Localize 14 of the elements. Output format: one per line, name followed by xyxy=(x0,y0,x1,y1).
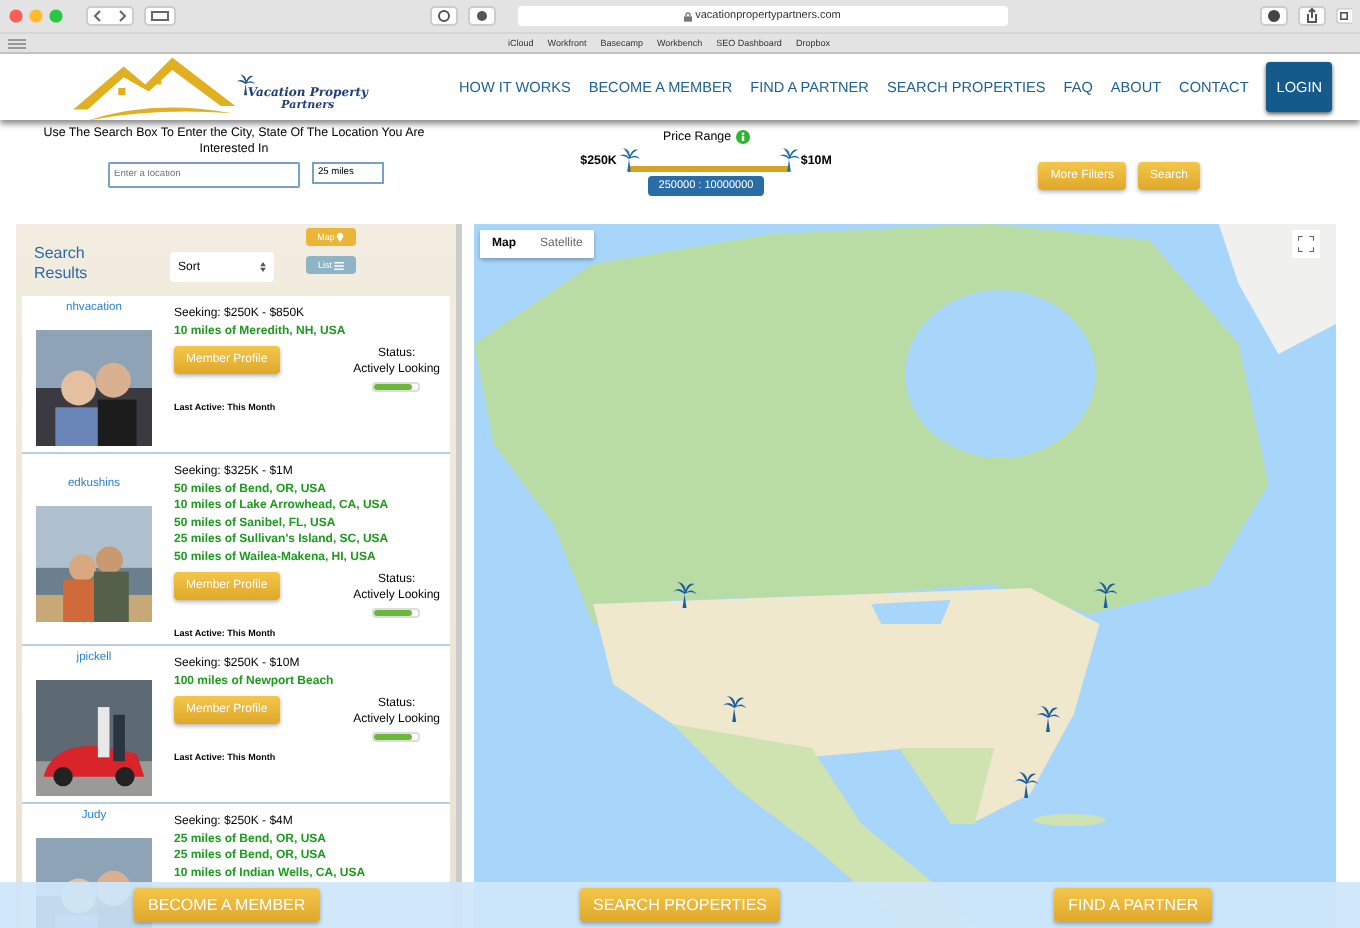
list-icon xyxy=(334,261,344,269)
palm-tree-handle[interactable] xyxy=(617,146,640,172)
results-heading: Search Results xyxy=(34,244,90,284)
price-slider[interactable] xyxy=(616,146,801,174)
fullscreen-button[interactable] xyxy=(1292,230,1320,258)
sidebar-icon[interactable] xyxy=(144,6,176,26)
updown-icon xyxy=(260,262,266,272)
palm-tree-handle[interactable] xyxy=(777,146,800,172)
map-pin-icon xyxy=(336,232,345,242)
share-icon[interactable] xyxy=(1298,6,1326,26)
back-forward-icon[interactable] xyxy=(86,6,134,26)
info-icon xyxy=(735,130,750,144)
tabs-icon[interactable] xyxy=(1336,6,1352,26)
lock-icon xyxy=(683,11,692,21)
